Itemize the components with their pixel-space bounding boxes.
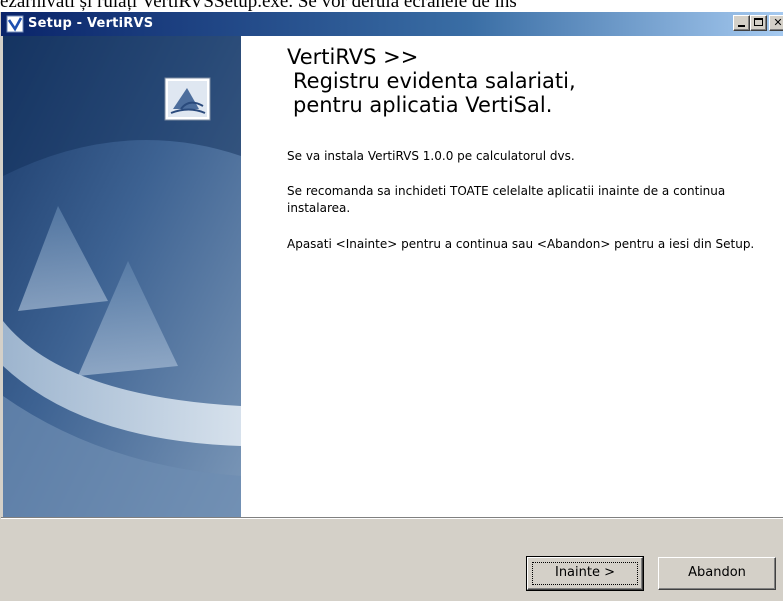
background-document-text: ezarhivati și rulați VertiRVSSetup.exe. … <box>0 0 783 12</box>
close-apps-text: Se recomanda sa inchideti TOATE celelalt… <box>287 184 726 215</box>
welcome-content: VertiRVS >> Registru evidenta salariati,… <box>241 36 783 517</box>
product-logo-icon <box>164 77 211 121</box>
welcome-heading: VertiRVS >> Registru evidenta salariati,… <box>287 45 767 117</box>
close-icon: ✕ <box>773 16 783 29</box>
minimize-icon <box>738 25 745 27</box>
focus-rect <box>532 562 638 585</box>
setup-app-icon <box>6 15 24 33</box>
window-title: Setup - VertiRVS <box>28 16 154 31</box>
maximize-icon <box>754 18 763 26</box>
close-button[interactable]: ✕ <box>769 15 783 31</box>
setup-window: Setup - VertiRVS ✕ VertiRVS >> Registru … <box>0 12 783 601</box>
wizard-side-image <box>3 36 241 517</box>
install-info-text: Se va instala VertiRVS 1.0.0 pe calculat… <box>287 149 575 163</box>
instructions-text: Apasati <Inainte> pentru a continua sau … <box>287 237 755 251</box>
heading-line-2: Registru evidenta salariati, <box>293 69 576 93</box>
cancel-button[interactable]: Abandon <box>658 557 776 590</box>
cancel-button-label: Abandon <box>688 565 746 580</box>
sails-artwork <box>3 36 241 517</box>
minimize-button[interactable] <box>733 15 750 31</box>
title-bar[interactable]: Setup - VertiRVS ✕ <box>1 12 783 36</box>
footer-separator <box>1 517 783 519</box>
next-button[interactable]: Inainte > <box>526 556 644 591</box>
maximize-button[interactable] <box>750 15 767 31</box>
heading-line-3: pentru aplicatia VertiSal. <box>293 93 553 117</box>
document-fragment: ezarhivati și rulați VertiRVSSetup.exe. … <box>0 0 517 12</box>
heading-line-1: VertiRVS >> <box>287 45 419 69</box>
